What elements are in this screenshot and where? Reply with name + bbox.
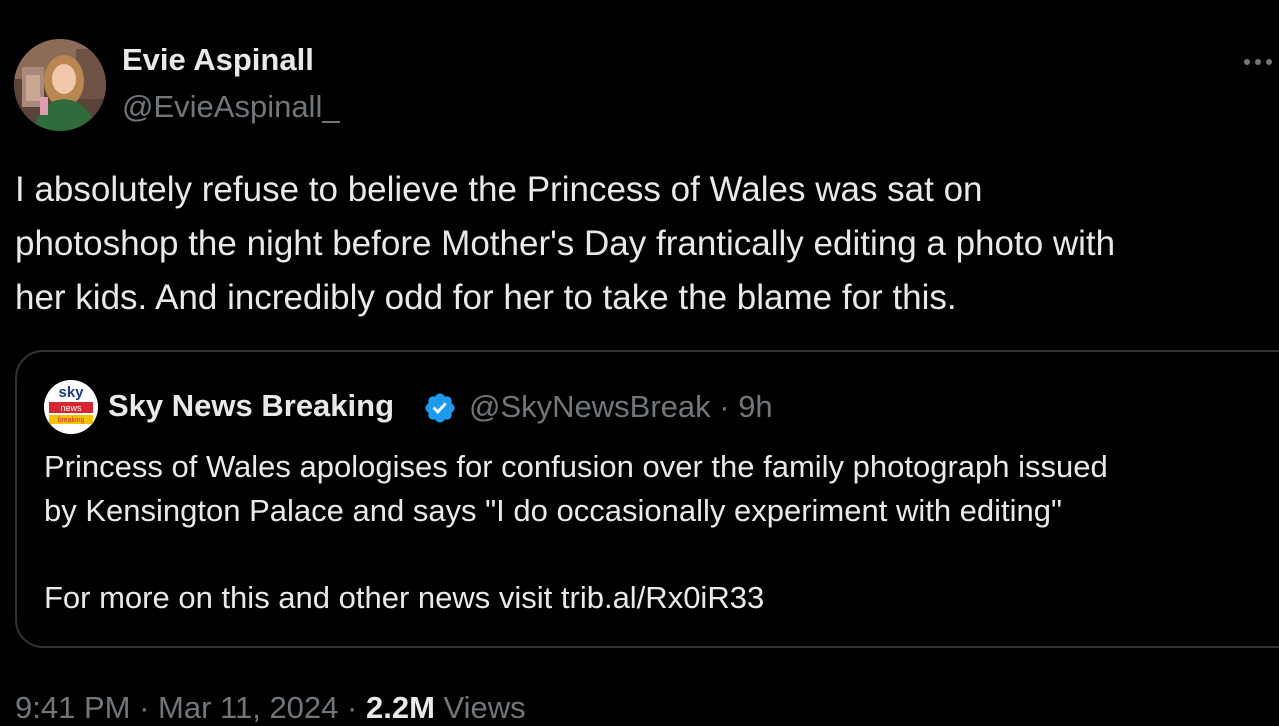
more-dot xyxy=(1244,59,1250,65)
quote-handle-time[interactable]: @SkyNewsBreak · 9h xyxy=(469,389,773,425)
avatar-photo xyxy=(14,39,106,131)
quote-text-line: Princess of Wales apologises for confusi… xyxy=(44,449,1108,484)
quote-author-name[interactable]: Sky News Breaking xyxy=(108,388,394,424)
tweet-metadata: 9:41 PM · Mar 11, 2024 · 2.2M Views xyxy=(15,690,526,726)
tweet-date[interactable]: Mar 11, 2024 xyxy=(158,690,338,725)
tweet-text-line: photoshop the night before Mother's Day … xyxy=(15,224,1116,263)
verified-badge-icon xyxy=(425,393,455,423)
more-dot xyxy=(1266,59,1272,65)
quote-text-line: by Kensington Palace and says "I do occa… xyxy=(44,493,1063,528)
more-icon[interactable] xyxy=(1244,50,1279,74)
tweet-text-line: her kids. And incredibly odd for her to … xyxy=(15,278,957,317)
author-name[interactable]: Evie Aspinall xyxy=(122,42,314,78)
views-count[interactable]: 2.2M xyxy=(366,690,435,725)
svg-text:sky: sky xyxy=(58,384,84,401)
sky-news-breaking-logo: sky news breaking xyxy=(44,380,98,434)
quote-text: Princess of Wales apologises for confusi… xyxy=(44,445,1274,533)
views-label: Views xyxy=(443,690,526,725)
svg-text:news: news xyxy=(60,403,82,413)
author-avatar[interactable] xyxy=(14,39,106,131)
author-handle[interactable]: @EvieAspinall_ xyxy=(122,89,340,125)
sky-news-logo[interactable]: sky news breaking xyxy=(44,380,98,434)
tweet-text: I absolutely refuse to believe the Princ… xyxy=(15,163,1277,325)
meta-separator: · xyxy=(347,690,358,725)
tweet-text-line: I absolutely refuse to believe the Princ… xyxy=(15,170,983,209)
more-dot xyxy=(1255,59,1261,65)
svg-text:breaking: breaking xyxy=(58,417,85,424)
meta-separator: · xyxy=(139,690,150,725)
tweet-time[interactable]: 9:41 PM xyxy=(15,690,130,725)
quote-link-line[interactable]: For more on this and other news visit tr… xyxy=(44,580,764,616)
